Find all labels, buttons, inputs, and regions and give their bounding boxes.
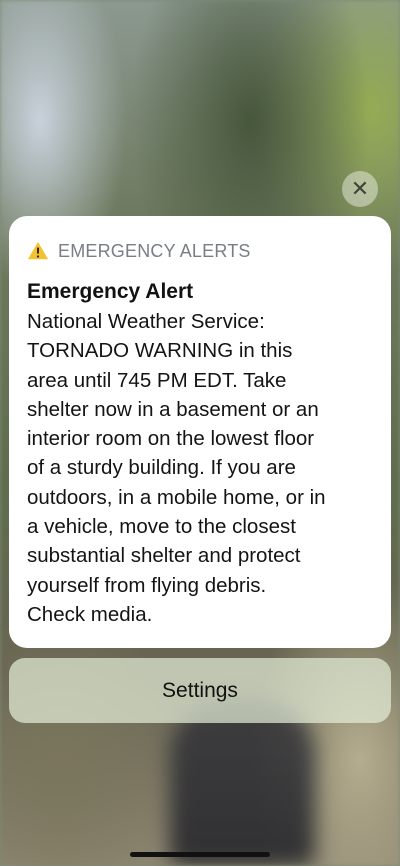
emergency-alert-card: EMERGENCY ALERTS Emergency Alert Nationa… xyxy=(9,216,391,648)
alert-message-line: of a sturdy building. If you are xyxy=(27,456,296,480)
alert-message-line: a vehicle, move to the closest xyxy=(27,515,296,539)
alert-header: EMERGENCY ALERTS xyxy=(27,240,373,262)
alert-message-line: yourself from flying debris. xyxy=(27,573,267,597)
alert-title: Emergency Alert xyxy=(27,280,194,303)
alert-message-line: shelter now in a basement or an xyxy=(27,397,319,421)
alert-message-line: outdoors, in a mobile home, or in xyxy=(27,485,326,509)
alert-message-line: Check media. xyxy=(27,602,153,626)
alert-category: EMERGENCY ALERTS xyxy=(58,241,251,261)
settings-button[interactable]: Settings xyxy=(9,658,391,723)
alert-message-line: area until 745 PM EDT. Take xyxy=(27,368,287,392)
warning-icon xyxy=(27,241,49,260)
alert-message-line: National Weather Service: xyxy=(27,310,265,333)
blurred-silhouette xyxy=(170,700,315,866)
close-button[interactable]: ✕ xyxy=(342,171,378,207)
home-indicator[interactable] xyxy=(130,852,270,857)
alert-message-line: substantial shelter and protect xyxy=(27,544,301,568)
alert-message: National Weather Service: TORNADO WARNIN… xyxy=(27,307,373,629)
alert-message-line: TORNADO WARNING in this xyxy=(27,339,293,363)
alert-message-line: interior room on the lowest floor xyxy=(27,427,315,451)
